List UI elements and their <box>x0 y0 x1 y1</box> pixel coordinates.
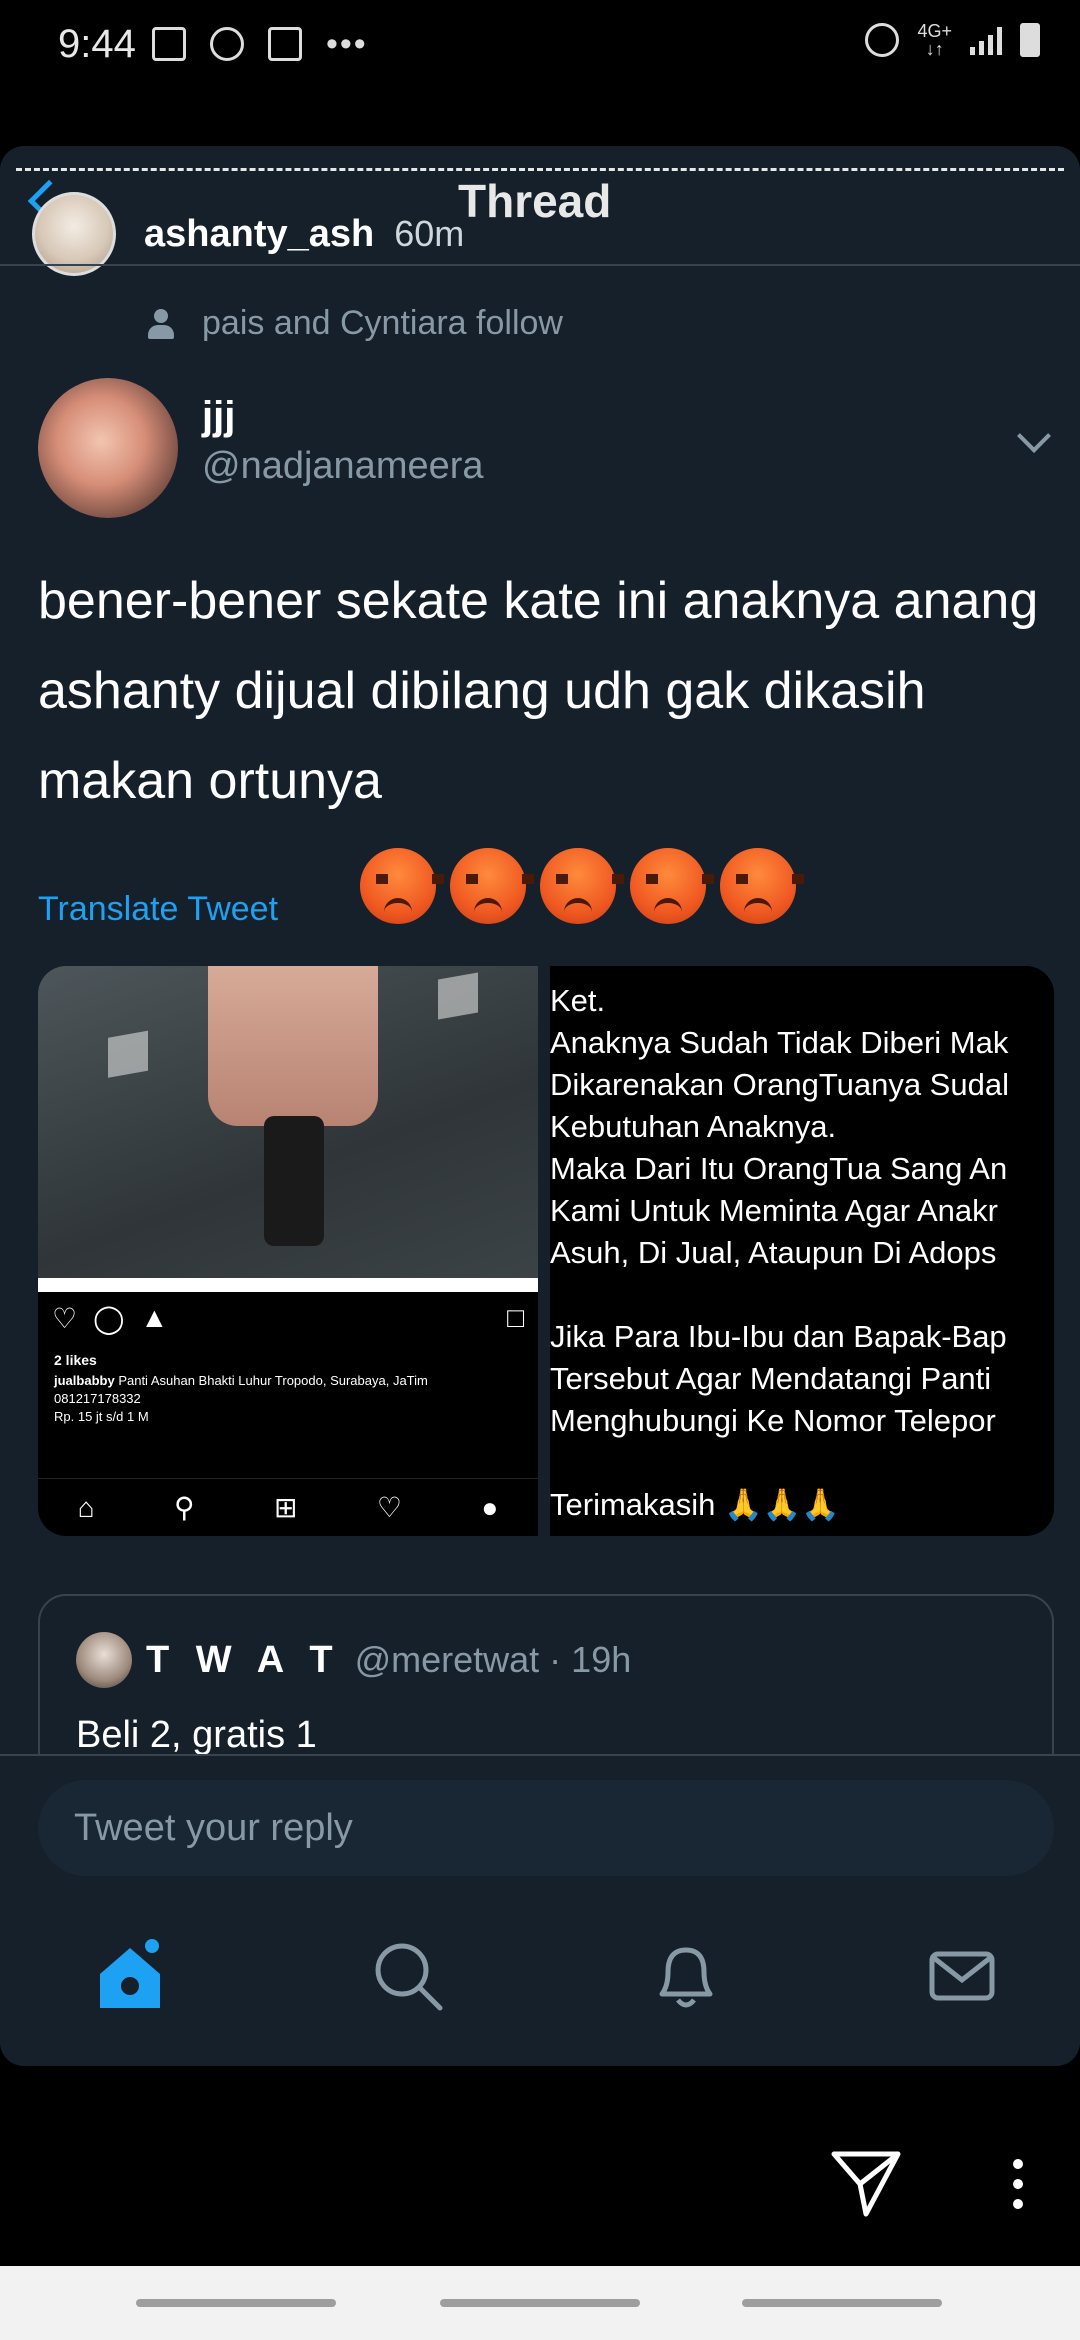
notice-line: Maka Dari Itu OrangTua Sang An <box>550 1151 1008 1186</box>
angry-face-icon <box>450 848 534 924</box>
heart-icon: ♡ <box>376 1492 402 1523</box>
notice-line: Menghubungi Ke Nomor Telepor <box>550 1403 996 1438</box>
reply-area: Tweet your reply <box>0 1756 1080 2066</box>
tweet-media: ♡ ◯ ▲ □ 2 likes jualbabby Panti Asuhan B… <box>38 966 1054 1536</box>
instagram-screenshot: ♡ ◯ ▲ □ 2 likes jualbabby Panti Asuhan B… <box>38 966 538 1536</box>
bell-icon <box>659 1947 713 2008</box>
story-card: Thread ashanty_ash 60m pais and Cyntiara… <box>0 146 1080 2066</box>
ig-caption-price: Rp. 15 jt s/d 1 M <box>54 1409 149 1424</box>
status-time: 9:44 <box>58 22 136 66</box>
notice-line: Kami Untuk Meminta Agar Anakr <box>550 1193 998 1228</box>
more-notifications-icon: ••• <box>326 24 368 63</box>
notice-line: Ket. <box>550 983 606 1018</box>
gallery-icon <box>152 27 186 61</box>
author-handle: @nadjanameera <box>202 445 484 487</box>
angry-emoji-sticker <box>360 848 804 924</box>
angry-face-icon <box>360 848 444 924</box>
author-name: jjj <box>202 394 236 438</box>
ig-caption: jualbabby Panti Asuhan Bhakti Luhur Trop… <box>54 1372 524 1426</box>
quote-handle-time: @meretwat · 19h <box>354 1639 632 1680</box>
quote-name: T W A T <box>146 1638 341 1681</box>
snapchat-icon <box>210 27 244 61</box>
add-icon: ⊞ <box>273 1492 298 1523</box>
nav-back-handle[interactable] <box>136 2299 336 2307</box>
ig-likes: 2 likes <box>54 1352 97 1368</box>
author-avatar <box>38 378 178 518</box>
notice-line: Dikarenakan OrangTuanya Sudal <box>550 1067 1009 1102</box>
social-context: pais and Cyntiara follow <box>148 304 563 343</box>
alarm-icon <box>865 23 900 57</box>
angry-face-icon <box>720 848 804 924</box>
mail-icon <box>929 1951 995 2001</box>
story-username[interactable]: ashanty_ash <box>144 213 374 256</box>
angry-face-icon <box>630 848 714 924</box>
notice-line: Asuh, Di Jual, Ataupun Di Adops <box>550 1235 997 1270</box>
network-type: 4G+ <box>917 21 952 41</box>
thread-title: Thread <box>458 175 612 227</box>
home-icon: ⌂ <box>77 1491 95 1523</box>
reply-input: Tweet your reply <box>38 1780 1054 1876</box>
thread-divider <box>0 264 1080 266</box>
status-notification-icons: ••• <box>152 22 368 66</box>
social-context-text: pais and Cyntiara follow <box>202 304 563 342</box>
status-bar: 9:44 ••• 4G+ ↓↑ <box>0 0 1080 90</box>
angry-face-icon <box>540 848 624 924</box>
ig-action-icons: ♡ ◯ ▲ □ <box>52 1302 524 1335</box>
tweet-author: jjj @nadjanameera <box>38 378 484 518</box>
translate-tweet-link: Translate Tweet <box>38 890 279 928</box>
person-icon <box>148 308 174 339</box>
photo-icon <box>268 27 302 61</box>
home-icon <box>100 1939 160 2008</box>
heart-icon: ♡ <box>52 1303 78 1334</box>
search-icon <box>375 1943 443 2011</box>
twitter-tab-bar <box>0 1926 1080 2036</box>
quote-avatar <box>76 1632 132 1688</box>
comment-icon: ◯ <box>93 1303 125 1334</box>
notice-line: Tersebut Agar Mendatangi Panti <box>550 1361 992 1396</box>
more-vertical-icon[interactable] <box>998 2154 1038 2214</box>
notice-image: Ket. Anaknya Sudah Tidak Diberi Mak Dika… <box>550 966 1054 1536</box>
notice-line: Anaknya Sudah Tidak Diberi Mak <box>550 1025 1009 1060</box>
profile-icon: ● <box>481 1491 499 1523</box>
send-icon[interactable] <box>828 2144 904 2220</box>
nav-recents-handle[interactable] <box>742 2299 942 2307</box>
nav-home-handle[interactable] <box>440 2299 640 2307</box>
share-icon: ▲ <box>140 1302 169 1333</box>
ig-caption-phone: 081217178332 <box>54 1391 141 1406</box>
story-progress-bar <box>16 168 1064 171</box>
ig-bottom-nav: ⌂ ⚲ ⊞ ♡ ● <box>38 1478 538 1536</box>
battery-icon <box>1020 23 1040 57</box>
signal-icon <box>970 25 1002 55</box>
network-indicator: 4G+ ↓↑ <box>917 22 952 58</box>
status-system-icons: 4G+ ↓↑ <box>865 22 1040 58</box>
notice-line: Jika Para Ibu-Ibu dan Bapak-Bap <box>550 1319 1007 1354</box>
ig-caption-text: Panti Asuhan Bhakti Luhur Tropodo, Surab… <box>118 1373 428 1388</box>
ig-caption-user: jualbabby <box>54 1373 115 1388</box>
child-photo <box>38 966 538 1278</box>
story-controls <box>0 2066 1080 2266</box>
system-nav-bar <box>0 2266 1080 2340</box>
search-icon: ⚲ <box>174 1492 195 1523</box>
story-time: 60m <box>394 213 465 254</box>
notice-line: Terimakasih 🙏🙏🙏 <box>550 1487 840 1522</box>
network-arrows-icon: ↓↑ <box>925 39 944 59</box>
notice-line: Kebutuhan Anaknya. <box>550 1109 837 1144</box>
tweet-text: bener-bener sekate kate ini anaknya anan… <box>38 572 1039 810</box>
chevron-down-icon <box>1017 419 1051 453</box>
bookmark-icon: □ <box>507 1302 524 1333</box>
quote-text: Beli 2, gratis 1 <box>76 1714 317 1756</box>
